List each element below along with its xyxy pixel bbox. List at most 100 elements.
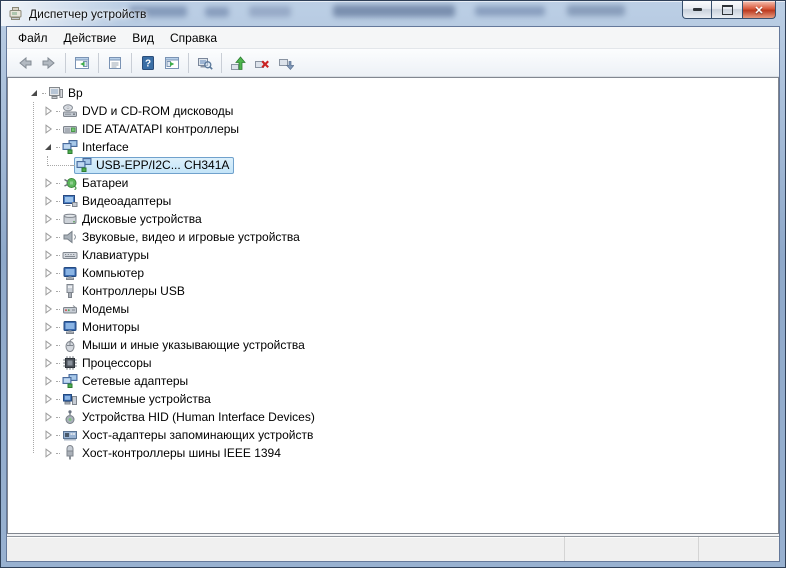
tree-item-content[interactable]: DVD и CD-ROM дисководы (60, 103, 238, 120)
tree-item[interactable]: Компьютер (8, 264, 778, 282)
tree-item-content[interactable]: Системные устройства (60, 391, 216, 408)
tree-item-content[interactable]: Хост-адаптеры запоминающих устройств (60, 427, 318, 444)
tree-item[interactable]: Мыши и иные указывающие устройства (8, 336, 778, 354)
tree-item-label[interactable]: Системные устройства (82, 392, 211, 406)
tree-item-content[interactable]: Interface (60, 139, 134, 156)
tree-item[interactable]: Устройства HID (Human Interface Devices) (8, 408, 778, 426)
tree-item[interactable]: Системные устройства (8, 390, 778, 408)
tree-item[interactable]: Сетевые адаптеры (8, 372, 778, 390)
minimize-button[interactable] (682, 1, 712, 19)
tree-item-content[interactable]: Процессоры (60, 355, 157, 372)
show-console-tree-button[interactable] (70, 51, 94, 75)
tree-item-label[interactable]: Компьютер (82, 266, 144, 280)
expand-arrow-icon[interactable] (40, 265, 56, 281)
tree-item-label[interactable]: Батареи (82, 176, 128, 190)
action-pane-button[interactable] (160, 51, 184, 75)
tree-item[interactable]: Процессоры (8, 354, 778, 372)
menu-item-action[interactable]: Действие (56, 28, 125, 48)
tree-item-label[interactable]: Видеоадаптеры (82, 194, 171, 208)
tree-item-label[interactable]: Сетевые адаптеры (82, 374, 188, 388)
tree-item-content[interactable]: Хост-контроллеры шины IEEE 1394 (60, 445, 286, 462)
tree-item-content[interactable]: Клавиатуры (60, 247, 154, 264)
expand-arrow-icon[interactable] (40, 103, 56, 119)
forward-button[interactable] (37, 51, 61, 75)
properties-button[interactable] (103, 51, 127, 75)
tree-item-content[interactable]: Звуковые, видео и игровые устройства (60, 229, 305, 246)
collapse-arrow-icon[interactable] (26, 85, 42, 101)
expand-arrow-icon[interactable] (40, 301, 56, 317)
tree-item-label[interactable]: Хост-контроллеры шины IEEE 1394 (82, 446, 281, 460)
tree-item-label[interactable]: IDE ATA/ATAPI контроллеры (82, 122, 239, 136)
menu-item-help[interactable]: Справка (162, 28, 225, 48)
close-button[interactable] (742, 1, 776, 19)
tree-item-label[interactable]: Процессоры (82, 356, 152, 370)
tree-item[interactable]: Interface (8, 138, 778, 156)
expand-arrow-icon[interactable] (40, 409, 56, 425)
scan-hardware-changes-button[interactable] (193, 51, 217, 75)
expand-arrow-icon[interactable] (40, 319, 56, 335)
expand-arrow-icon[interactable] (40, 247, 56, 263)
expand-arrow-icon[interactable] (40, 121, 56, 137)
device-tree[interactable]: Вр DVD и CD-ROM дисководы IDE ATA/ATAPI ко… (7, 77, 779, 534)
tree-item-content[interactable]: Мониторы (60, 319, 144, 336)
help-button[interactable]: ? (136, 51, 160, 75)
menu-item-file[interactable]: Файл (10, 28, 56, 48)
tree-item-label[interactable]: Модемы (82, 302, 129, 316)
tree-item[interactable]: Вр (8, 84, 778, 102)
tree-item-content[interactable]: Видеоадаптеры (60, 193, 176, 210)
tree-item-label[interactable]: Контроллеры USB (82, 284, 185, 298)
tree-item-content[interactable]: Компьютер (60, 265, 149, 282)
tree-item[interactable]: IDE ATA/ATAPI контроллеры (8, 120, 778, 138)
tree-item[interactable]: Видеоадаптеры (8, 192, 778, 210)
tree-item-content[interactable]: Контроллеры USB (60, 283, 190, 300)
tree-item[interactable]: Звуковые, видео и игровые устройства (8, 228, 778, 246)
expand-arrow-icon[interactable] (40, 391, 56, 407)
tree-item[interactable]: Батареи (8, 174, 778, 192)
maximize-button[interactable] (712, 1, 742, 19)
tree-item-label[interactable]: Мониторы (82, 320, 139, 334)
tree-item-content[interactable]: Батареи (60, 175, 133, 192)
tree-item-label[interactable]: Interface (82, 140, 129, 154)
tree-item[interactable]: Хост-адаптеры запоминающих устройств (8, 426, 778, 444)
tree-item[interactable]: Дисковые устройства (8, 210, 778, 228)
tree-item[interactable]: Мониторы (8, 318, 778, 336)
tree-item-label[interactable]: USB-EPP/I2C... CH341A (96, 158, 229, 172)
expand-arrow-icon[interactable] (40, 229, 56, 245)
titlebar[interactable]: Диспетчер устройств (1, 1, 785, 26)
tree-item-content[interactable]: Дисковые устройства (60, 211, 207, 228)
tree-item-content[interactable]: Сетевые адаптеры (60, 373, 193, 390)
expand-arrow-icon[interactable] (40, 427, 56, 443)
uninstall-device-button[interactable] (250, 51, 274, 75)
tree-item[interactable]: Модемы (8, 300, 778, 318)
collapse-arrow-icon[interactable] (40, 139, 56, 155)
expand-arrow-icon[interactable] (40, 175, 56, 191)
expand-arrow-icon[interactable] (40, 445, 56, 461)
tree-item-label[interactable]: DVD и CD-ROM дисководы (82, 104, 233, 118)
expand-arrow-icon[interactable] (40, 337, 56, 353)
tree-item-label[interactable]: Мыши и иные указывающие устройства (82, 338, 305, 352)
tree-item-content[interactable]: Модемы (60, 301, 134, 318)
expand-arrow-icon[interactable] (40, 283, 56, 299)
expand-arrow-icon[interactable] (40, 211, 56, 227)
update-driver-button[interactable] (226, 51, 250, 75)
tree-item[interactable]: DVD и CD-ROM дисководы (8, 102, 778, 120)
expand-arrow-icon[interactable] (40, 193, 56, 209)
tree-item-label[interactable]: Дисковые устройства (82, 212, 202, 226)
tree-item-content[interactable]: Вр (46, 85, 88, 102)
tree-item-label[interactable]: Хост-адаптеры запоминающих устройств (82, 428, 313, 442)
tree-item-content[interactable]: Устройства HID (Human Interface Devices) (60, 409, 320, 426)
menu-item-view[interactable]: Вид (124, 28, 162, 48)
tree-item-content[interactable]: USB-EPP/I2C... CH341A (74, 156, 235, 174)
tree-item[interactable]: Контроллеры USB (8, 282, 778, 300)
tree-item-label[interactable]: Устройства HID (Human Interface Devices) (82, 410, 315, 424)
disable-device-button[interactable] (274, 51, 298, 75)
tree-item-content[interactable]: IDE ATA/ATAPI контроллеры (60, 121, 244, 138)
tree-item[interactable]: USB-EPP/I2C... CH341A (8, 156, 778, 174)
tree-item[interactable]: Хост-контроллеры шины IEEE 1394 (8, 444, 778, 462)
tree-item[interactable]: Клавиатуры (8, 246, 778, 264)
tree-item-label[interactable]: Звуковые, видео и игровые устройства (82, 230, 300, 244)
tree-item-content[interactable]: Мыши и иные указывающие устройства (60, 337, 310, 354)
back-button[interactable] (13, 51, 37, 75)
expand-arrow-icon[interactable] (40, 373, 56, 389)
tree-item-label[interactable]: Клавиатуры (82, 248, 149, 262)
